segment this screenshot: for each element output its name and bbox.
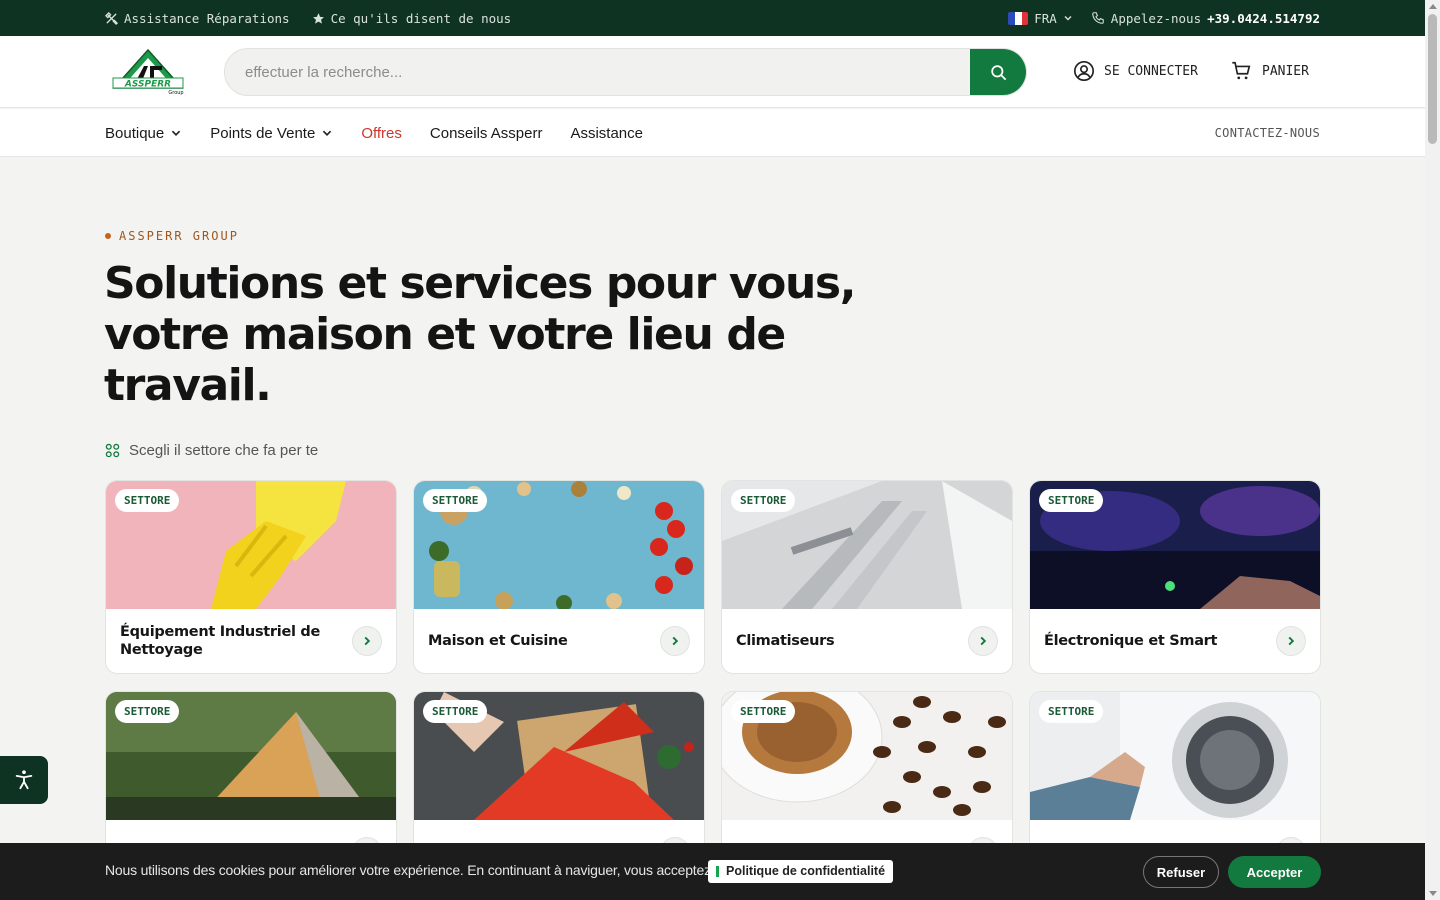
chevron-down-icon bbox=[323, 130, 332, 136]
reviews-label: Ce qu'ils disent de nous bbox=[330, 10, 512, 26]
accessibility-icon bbox=[15, 770, 33, 790]
cookie-text: Nous utilisons des cookies pour améliore… bbox=[105, 862, 746, 878]
france-flag-icon bbox=[1008, 11, 1029, 25]
search-icon bbox=[990, 64, 1006, 80]
repairs-label: Assistance Réparations bbox=[124, 10, 290, 26]
header: ASSPERR Group SE CONNECTER PANIER bbox=[0, 36, 1425, 108]
accessibility-button[interactable] bbox=[0, 756, 48, 804]
sector-badge: SETTORE bbox=[423, 700, 488, 723]
chevron-right-icon[interactable] bbox=[660, 626, 690, 656]
nav-label: Boutique bbox=[105, 124, 165, 142]
eyebrow-dot bbox=[105, 233, 111, 239]
cart-button[interactable]: PANIER bbox=[1230, 60, 1309, 82]
assperr-logo[interactable]: ASSPERR Group bbox=[110, 48, 186, 96]
sector-prompt: Scegli il settore che fa per te bbox=[105, 442, 318, 459]
repairs-link[interactable]: Assistance Réparations bbox=[105, 11, 290, 26]
contact-link[interactable]: CONTACTEZ-NOUS bbox=[1215, 126, 1320, 140]
hero-title: Solutions et services pour vous, votre m… bbox=[104, 258, 856, 411]
cart-label: PANIER bbox=[1262, 63, 1309, 79]
search-button[interactable] bbox=[970, 49, 1026, 95]
sector-card-electronics[interactable]: SETTORE Électronique et Smart bbox=[1029, 480, 1321, 674]
nav-label: Assistance bbox=[570, 124, 643, 142]
sector-image-coffee: SETTORE bbox=[722, 692, 1012, 820]
sector-badge: SETTORE bbox=[731, 700, 796, 723]
sector-badge: SETTORE bbox=[115, 489, 180, 512]
chevron-down-icon bbox=[1064, 16, 1072, 21]
sector-badge: SETTORE bbox=[1039, 489, 1104, 512]
user-circle-icon bbox=[1074, 61, 1094, 81]
sector-badge: SETTORE bbox=[423, 489, 488, 512]
sector-image-appliances: SETTORE bbox=[1030, 692, 1320, 820]
nav-item-points-de-vente[interactable]: Points de Vente bbox=[210, 125, 333, 142]
page-scrollbar[interactable] bbox=[1425, 0, 1440, 900]
language-selector[interactable]: FRA bbox=[1008, 11, 1073, 26]
cookie-banner: Nous utilisons des cookies pour améliore… bbox=[0, 843, 1425, 900]
sector-title: Climatiseurs bbox=[736, 633, 835, 649]
refuse-cookies-button[interactable]: Refuser bbox=[1143, 856, 1219, 888]
sector-badge: SETTORE bbox=[731, 489, 796, 512]
eyebrow-label: ASSPERR GROUP bbox=[119, 229, 239, 243]
login-label: SE CONNECTER bbox=[1104, 63, 1198, 79]
nav-item-boutique[interactable]: Boutique bbox=[105, 125, 182, 142]
chevron-right-icon[interactable] bbox=[352, 626, 382, 656]
sector-image-air-conditioning: SETTORE bbox=[722, 481, 1012, 609]
hero-eyebrow: ASSPERR GROUP bbox=[105, 229, 239, 243]
phone-icon bbox=[1092, 12, 1104, 24]
sector-card-air-conditioning[interactable]: SETTORE Climatiseurs bbox=[721, 480, 1013, 674]
sector-image-kitchen: SETTORE bbox=[414, 481, 704, 609]
nav-item-offres[interactable]: Offres bbox=[361, 125, 402, 142]
sector-title: Équipement Industriel de Nettoyage bbox=[120, 624, 321, 658]
language-label: FRA bbox=[1034, 10, 1057, 26]
scrollbar-thumb[interactable] bbox=[1428, 14, 1437, 144]
nav-label: Offres bbox=[361, 124, 402, 142]
nav-item-conseils[interactable]: Conseils Assperr bbox=[430, 125, 543, 142]
scroll-down-arrow-icon[interactable] bbox=[1429, 891, 1437, 896]
main-nav: Boutique Points de Vente Offres Conseils… bbox=[0, 109, 1425, 157]
sector-image-electronics: SETTORE bbox=[1030, 481, 1320, 609]
logo-text: ASSPERR bbox=[124, 80, 171, 90]
search-bar bbox=[224, 48, 1027, 96]
chevron-down-icon bbox=[172, 130, 181, 136]
nav-label: Conseils Assperr bbox=[429, 124, 543, 142]
sector-image-gifts: SETTORE bbox=[414, 692, 704, 820]
call-link[interactable]: Appelez-nous +39.0424.514792 bbox=[1091, 11, 1320, 26]
scroll-up-arrow-icon[interactable] bbox=[1429, 4, 1437, 9]
chevron-right-icon[interactable] bbox=[1276, 626, 1306, 656]
chevron-right-icon[interactable] bbox=[968, 626, 998, 656]
sector-image-camping: SETTORE bbox=[106, 692, 396, 820]
sector-prompt-label: Scegli il settore che fa per te bbox=[129, 442, 319, 459]
tools-icon bbox=[105, 11, 118, 25]
star-icon bbox=[312, 12, 324, 24]
cart-icon bbox=[1232, 61, 1251, 80]
sector-image-cleaning: SETTORE bbox=[106, 481, 396, 609]
login-button[interactable]: SE CONNECTER bbox=[1073, 60, 1198, 82]
search-input[interactable] bbox=[225, 49, 965, 95]
sector-title: Électronique et Smart bbox=[1044, 633, 1218, 649]
reviews-link[interactable]: Ce qu'ils disent de nous bbox=[312, 10, 512, 26]
top-bar: Assistance Réparations Ce qu'ils disent … bbox=[0, 0, 1425, 36]
accept-cookies-button[interactable]: Accepter bbox=[1228, 856, 1321, 888]
nav-label: Points de Vente bbox=[210, 124, 316, 142]
call-label: Appelez-nous bbox=[1110, 10, 1202, 26]
sector-badge: SETTORE bbox=[115, 700, 180, 723]
phone-number: +39.0424.514792 bbox=[1207, 10, 1320, 26]
sector-card-cleaning[interactable]: SETTORE Équipement Industriel de Nettoya… bbox=[105, 480, 397, 674]
privacy-policy-link[interactable]: Politique de confidentialité bbox=[708, 860, 894, 883]
logo-subtext: Group bbox=[168, 90, 183, 96]
grid-icon bbox=[105, 443, 120, 458]
nav-item-assistance[interactable]: Assistance bbox=[570, 125, 643, 142]
sector-title: Maison et Cuisine bbox=[428, 633, 568, 649]
sector-card-kitchen[interactable]: SETTORE Maison et Cuisine bbox=[413, 480, 705, 674]
sector-badge: SETTORE bbox=[1039, 700, 1104, 723]
